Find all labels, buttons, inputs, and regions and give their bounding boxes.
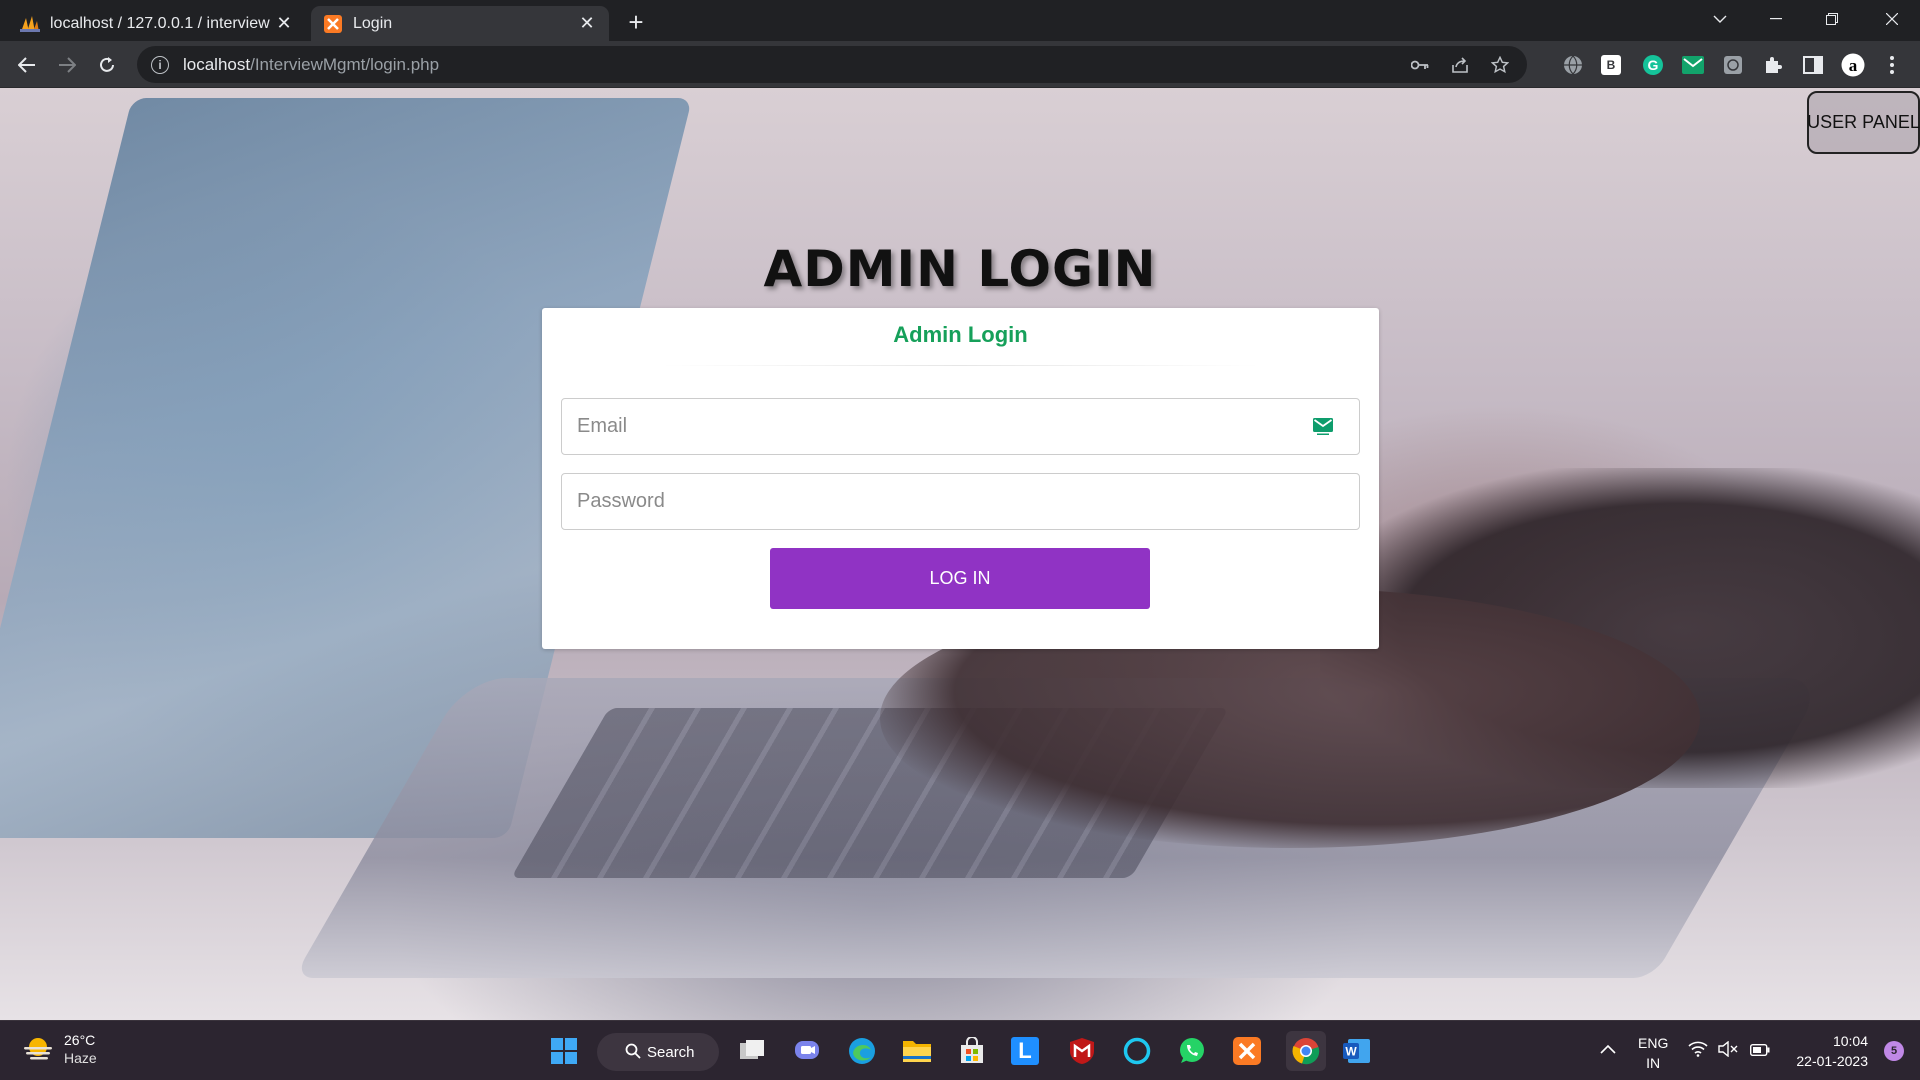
svg-text:G: G (1648, 57, 1659, 73)
weather-temp: 26°C (64, 1032, 96, 1048)
notification-badge[interactable]: 5 (1884, 1041, 1904, 1061)
email-placeholder: Email (577, 415, 628, 437)
battery-icon[interactable] (1749, 1043, 1770, 1059)
address-bar[interactable]: i localhost/InterviewMgmt/login.php (137, 46, 1527, 83)
l-app-icon[interactable]: L (1011, 1037, 1039, 1065)
globe-icon[interactable] (1561, 53, 1585, 77)
b-extension-icon[interactable]: B (1601, 55, 1621, 75)
tab-title: localhost / 127.0.0.1 / interview | (50, 14, 274, 32)
minimize-icon[interactable] (1748, 0, 1804, 38)
login-button[interactable]: LOG IN (770, 548, 1150, 609)
user-panel-button[interactable]: USER PANEL (1807, 91, 1920, 154)
site-info-icon[interactable]: i (151, 55, 169, 74)
url-path: /InterviewMgmt/login.php (250, 54, 440, 74)
mail-extension-icon[interactable] (1681, 53, 1705, 77)
file-explorer-icon[interactable] (901, 1035, 933, 1067)
clock-date: 22-01-2023 (1796, 1053, 1868, 1069)
tab-strip: localhost / 127.0.0.1 / interview | ✕ Lo… (0, 0, 1920, 41)
chrome-icon[interactable] (1286, 1031, 1326, 1071)
close-tab-icon[interactable]: ✕ (274, 13, 294, 34)
tab-title: Login (353, 14, 393, 32)
teams-chat-icon[interactable] (791, 1035, 823, 1067)
taskbar-search[interactable]: Search (597, 1033, 719, 1071)
password-key-icon[interactable] (1409, 54, 1431, 76)
url-host: localhost (183, 54, 251, 74)
phpmyadmin-icon (20, 14, 40, 34)
extension-grid-icon[interactable] (1721, 53, 1745, 77)
xampp-icon (323, 14, 343, 34)
store-icon[interactable] (956, 1035, 988, 1067)
bookmark-star-icon[interactable] (1489, 54, 1511, 76)
tab-login[interactable]: Login ✕ (311, 6, 609, 41)
password-field[interactable]: Password (561, 473, 1360, 530)
weather-condition: Haze (64, 1050, 97, 1066)
weather-widget[interactable]: 26°C Haze (22, 1031, 97, 1067)
task-view-icon[interactable] (736, 1035, 768, 1067)
tray-overflow-chevron-icon[interactable] (1600, 1041, 1616, 1057)
haze-sun-icon (24, 1038, 52, 1060)
profile-avatar-icon[interactable]: a (1841, 53, 1865, 77)
xampp-taskbar-icon[interactable] (1231, 1035, 1263, 1067)
tab-phpmyadmin[interactable]: localhost / 127.0.0.1 / interview | ✕ (8, 6, 306, 41)
browser-toolbar: i localhost/InterviewMgmt/login.php B G (0, 41, 1920, 88)
lang-line2: IN (1646, 1055, 1661, 1071)
close-window-icon[interactable] (1864, 0, 1920, 38)
taskbar: 26°C Haze Search L W ENG IN 10:04 22-01-… (0, 1020, 1920, 1080)
wifi-icon[interactable] (1688, 1041, 1708, 1060)
search-label: Search (647, 1043, 695, 1061)
volume-muted-icon[interactable] (1718, 1040, 1738, 1060)
share-icon[interactable] (1449, 54, 1471, 76)
svg-text:W: W (1345, 1045, 1357, 1059)
login-card: Admin Login Email Password LOG IN (542, 308, 1379, 649)
language-indicator[interactable]: ENG IN (1638, 1033, 1668, 1073)
start-icon[interactable] (548, 1035, 580, 1067)
tab-search-chevron-icon[interactable] (1692, 0, 1748, 38)
sidepanel-icon[interactable] (1801, 53, 1825, 77)
reload-icon[interactable] (91, 49, 123, 81)
back-icon[interactable] (11, 49, 43, 81)
page-viewport: USER PANEL ADMIN LOGIN Admin Login Email… (0, 88, 1920, 1020)
forward-icon[interactable] (51, 49, 83, 81)
alexa-icon[interactable] (1121, 1035, 1153, 1067)
grammarly-icon[interactable]: G (1641, 53, 1665, 77)
email-field[interactable]: Email (561, 398, 1360, 455)
whatsapp-icon[interactable] (1176, 1035, 1208, 1067)
card-divider (662, 365, 1259, 366)
search-icon (625, 1043, 641, 1063)
new-tab-icon[interactable]: + (622, 8, 650, 36)
svg-text:a: a (1849, 56, 1858, 75)
clock-time: 10:04 (1832, 1033, 1868, 1049)
close-tab-icon[interactable]: ✕ (577, 13, 597, 34)
edge-icon[interactable] (846, 1035, 878, 1067)
restore-icon[interactable] (1804, 0, 1860, 38)
lang-line1: ENG (1638, 1035, 1669, 1051)
card-title: Admin Login (893, 322, 1028, 347)
mail-icon (1313, 418, 1333, 436)
word-icon[interactable]: W (1341, 1035, 1373, 1067)
page-title: ADMIN LOGIN (763, 240, 1157, 298)
clock[interactable]: 10:04 22-01-2023 (1796, 1031, 1868, 1071)
more-menu-icon[interactable] (1880, 53, 1904, 77)
puzzle-icon[interactable] (1761, 53, 1785, 77)
password-placeholder: Password (577, 490, 665, 512)
mcafee-icon[interactable] (1066, 1035, 1098, 1067)
